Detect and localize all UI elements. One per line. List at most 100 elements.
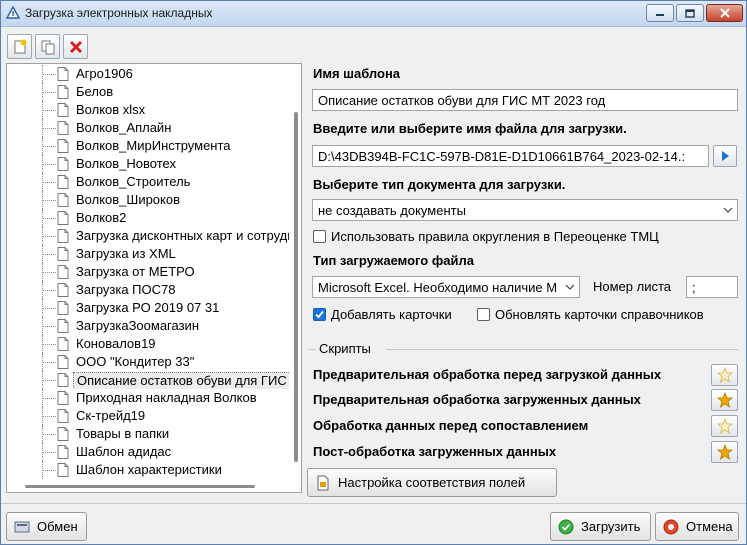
tree-item-label: Загрузка дисконтных карт и сотрудник (76, 228, 289, 243)
tree-connector (42, 326, 56, 327)
template-tree[interactable]: Агро1906 Белов Волков xlsx Волков_Аплайн Вол… (6, 63, 302, 493)
tree-vertical-scrollbar[interactable] (290, 64, 301, 478)
add-cards-checkbox[interactable] (313, 308, 326, 321)
new-document-icon (14, 39, 26, 53)
tree-item[interactable]: Приходная накладная Волков (7, 389, 289, 407)
cancel-button[interactable]: Отмена (655, 512, 739, 541)
star-icon (716, 444, 733, 460)
file-label: Введите или выберите имя файла для загру… (313, 121, 627, 136)
tree-item[interactable]: ООО "Кондитер 33" (7, 353, 289, 371)
document-icon (57, 229, 69, 243)
document-icon (57, 337, 69, 351)
script-label-pre-process: Предварительная обработка загруженных да… (313, 392, 641, 407)
document-icon (57, 463, 69, 477)
copy-template-button[interactable] (35, 34, 60, 59)
sheet-number-input[interactable]: ; (686, 276, 738, 298)
tree-horizontal-scroll-thumb[interactable] (25, 485, 255, 488)
maximize-button[interactable] (676, 4, 704, 22)
document-icon (57, 445, 69, 459)
tree-connector (42, 110, 56, 111)
field-mapping-button[interactable]: Настройка соответствия полей (307, 468, 557, 497)
doc-type-select[interactable]: не создавать документы (312, 199, 738, 221)
document-icon (57, 211, 69, 225)
document-icon (57, 103, 69, 117)
delete-template-button[interactable] (63, 34, 88, 59)
document-icon (57, 373, 69, 387)
browse-file-button[interactable] (713, 145, 737, 167)
minimize-button[interactable] (646, 4, 674, 22)
chevron-down-icon (719, 200, 737, 220)
script-button-before-match[interactable] (711, 415, 738, 437)
tree-item[interactable]: Волков_Строитель (7, 173, 289, 191)
tree-item[interactable]: Шаблон характеристики (7, 461, 289, 479)
main-window: Загрузка электронных накладных Агро1906 … (0, 0, 747, 545)
new-template-button[interactable] (7, 34, 32, 59)
tree-item[interactable]: Волков_Аплайн (7, 119, 289, 137)
exchange-icon (13, 518, 31, 536)
close-window-button[interactable] (706, 4, 743, 22)
tree-item[interactable]: Товары в папки (7, 425, 289, 443)
tree-item[interactable]: Загрузка РО 2019 07 31 (7, 299, 289, 317)
app-icon (6, 6, 20, 19)
tree-item[interactable]: Коновалов19 (7, 335, 289, 353)
checkmark-icon (315, 310, 324, 319)
settings-document-icon (314, 474, 332, 492)
tree-connector (42, 434, 56, 435)
tree-item[interactable]: Белов (7, 83, 289, 101)
tree-item[interactable]: ЗагрузкаЗоомагазин (7, 317, 289, 335)
file-type-label: Тип загружаемого файла (313, 253, 474, 268)
tree-item-label: Загрузка от МЕТРО (76, 264, 195, 279)
tree-item[interactable]: Загрузка дисконтных карт и сотрудник (7, 227, 289, 245)
tree-item[interactable]: Загрузка из XML (7, 245, 289, 263)
tree-item[interactable]: Загрузка ПОС78 (7, 281, 289, 299)
template-name-input[interactable]: Описание остатков обуви для ГИС МТ 2023 … (312, 89, 738, 111)
minimize-icon (656, 14, 664, 16)
file-path-input[interactable]: D:\43DB394B-FC1C-597B-D81E-D1D10661B764_… (312, 145, 709, 167)
load-button[interactable]: Загрузить (550, 512, 651, 541)
document-icon (57, 301, 69, 315)
script-button-pre-process[interactable] (711, 389, 738, 411)
tree-item-label: Волков xlsx (76, 102, 146, 117)
tree-connector (42, 164, 56, 165)
tree-item[interactable]: Агро1906 (7, 65, 289, 83)
tree-item[interactable]: Ск-трейд19 (7, 407, 289, 425)
document-icon (57, 157, 69, 171)
tree-item-label: Волков_Новотех (76, 156, 176, 171)
tree-item[interactable]: Волков xlsx (7, 101, 289, 119)
tree-item-label: Коновалов19 (76, 336, 156, 351)
tree-item-label: Волков_Аплайн (76, 120, 172, 135)
tree-horizontal-scrollbar[interactable] (7, 480, 301, 492)
field-mapping-label: Настройка соответствия полей (338, 475, 526, 490)
tree-item[interactable]: Волков_МирИнструмента (7, 137, 289, 155)
tree-item-label: Ск-трейд19 (76, 408, 146, 423)
file-path-value: D:\43DB394B-FC1C-597B-D81E-D1D10661B764_… (318, 149, 686, 164)
file-type-select[interactable]: Microsoft Excel. Необходимо наличие M (312, 276, 580, 298)
tree-item-label: Описание остатков обуви для ГИС МТ (73, 372, 289, 389)
tree-item[interactable]: Волков_Широков (7, 191, 289, 209)
document-icon (57, 139, 69, 153)
window-title: Загрузка электронных накладных (25, 6, 213, 20)
exchange-button[interactable]: Обмен (6, 512, 87, 541)
document-icon (57, 67, 69, 81)
tree-item[interactable]: Загрузка от МЕТРО (7, 263, 289, 281)
load-label: Загрузить (581, 519, 641, 534)
update-cards-label: Обновлять карточки справочников (495, 307, 704, 322)
tree-connector (42, 344, 56, 345)
script-button-post-process[interactable] (711, 441, 738, 463)
tree-item[interactable]: Волков_Новотех (7, 155, 289, 173)
star-icon (716, 367, 733, 383)
chevron-down-icon (561, 277, 579, 297)
document-icon (57, 247, 69, 261)
tree-item[interactable]: Шаблон адидас (7, 443, 289, 461)
tree-item[interactable]: Волков2 (7, 209, 289, 227)
update-cards-checkbox[interactable] (477, 308, 490, 321)
tree-connector (42, 380, 56, 381)
rounding-checkbox[interactable] (313, 230, 326, 243)
tree-item-label: Волков_Широков (76, 192, 181, 207)
tree-item[interactable]: Описание остатков обуви для ГИС МТ (7, 371, 289, 389)
tree-connector (42, 128, 56, 129)
script-button-pre-load[interactable] (711, 364, 738, 386)
template-name-value: Описание остатков обуви для ГИС МТ 2023 … (318, 93, 606, 108)
tree-connector (42, 218, 56, 219)
tree-vertical-scroll-thumb[interactable] (294, 112, 298, 462)
